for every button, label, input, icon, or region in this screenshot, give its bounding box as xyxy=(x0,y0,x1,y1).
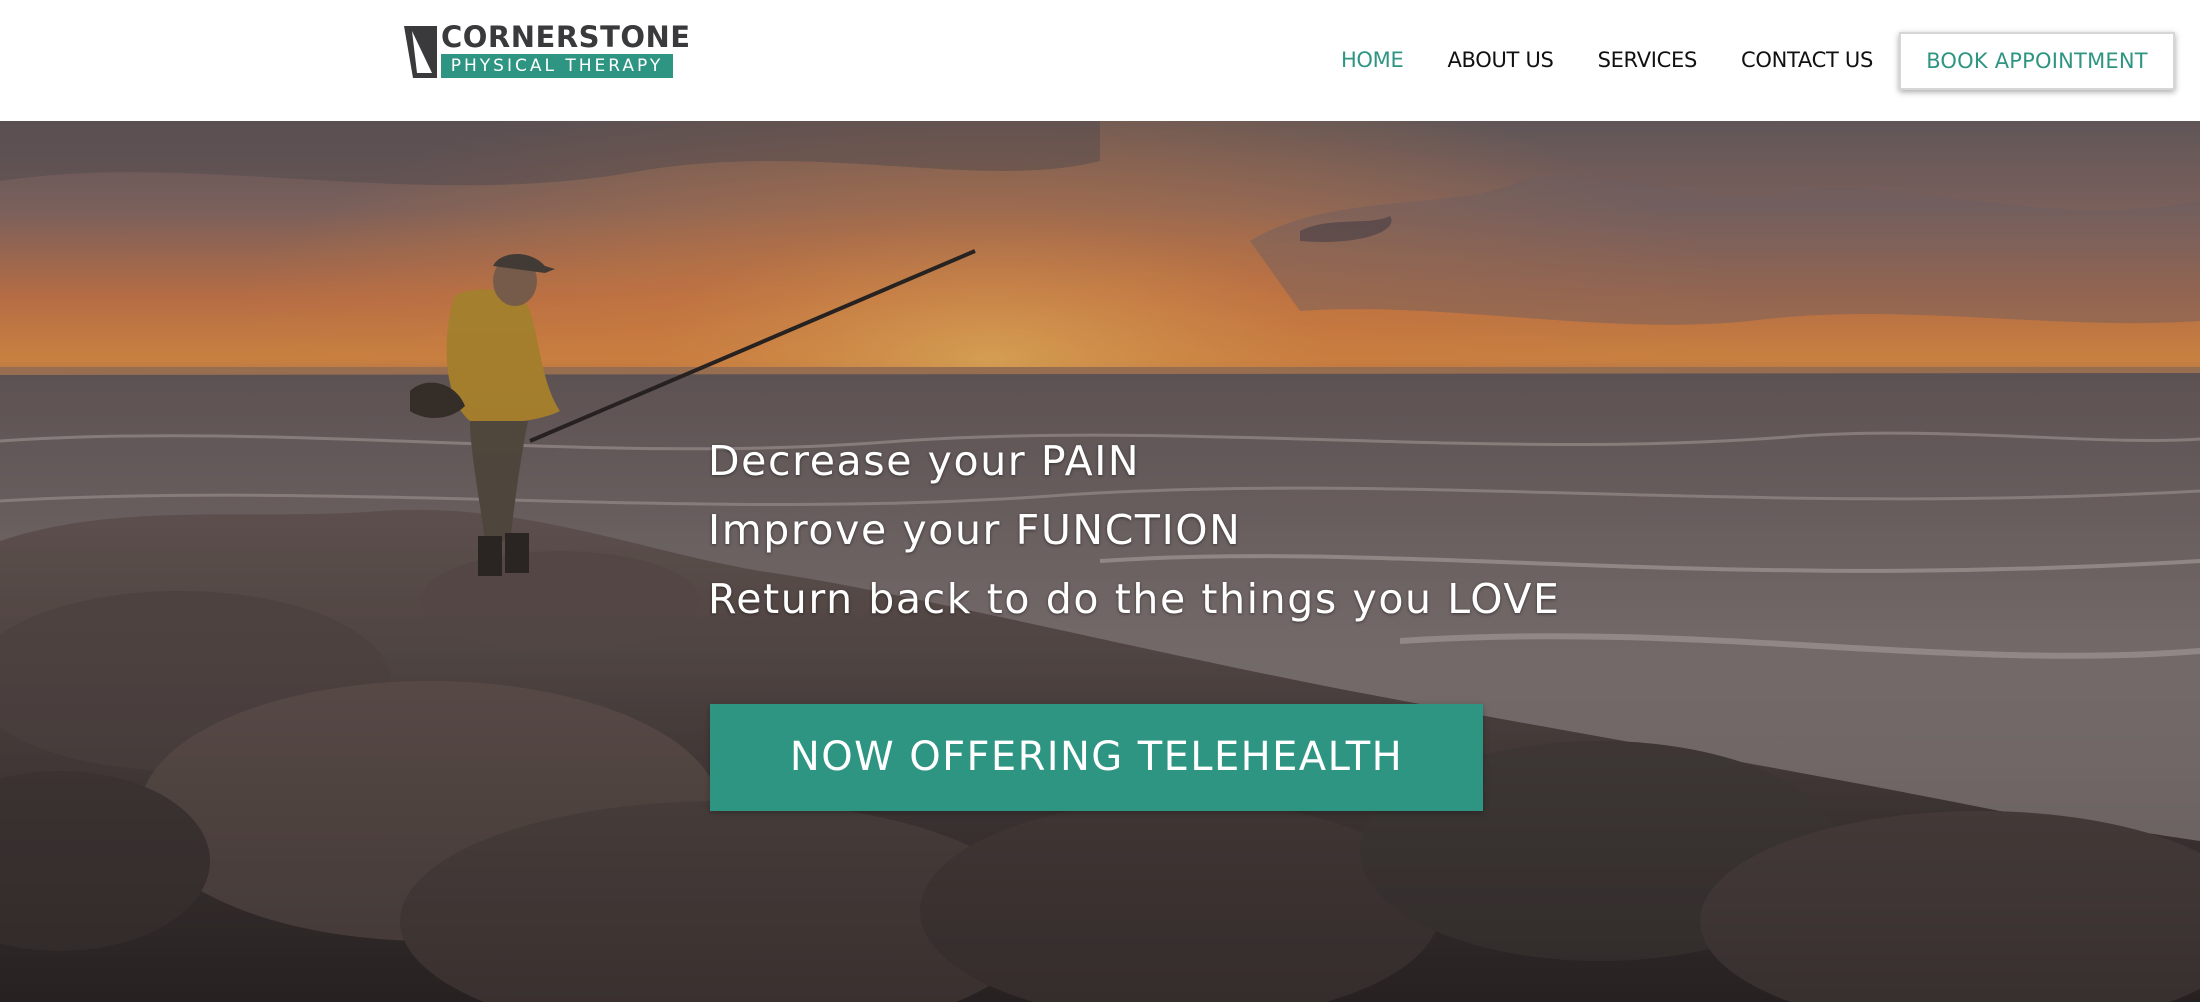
logo-name: CORNERSTONE xyxy=(441,20,691,54)
hero-section: Decrease your PAIN Improve your FUNCTION… xyxy=(0,121,2200,1002)
hero-line-love: Return back to do the things you LOVE xyxy=(708,575,1561,623)
nav-home[interactable]: HOME xyxy=(1319,0,1426,121)
book-appointment-button[interactable]: BOOK APPOINTMENT xyxy=(1899,31,2175,90)
site-header: CORNERSTONE PHYSICAL THERAPY HOME ABOUT … xyxy=(0,0,2200,121)
nav-about-us[interactable]: ABOUT US xyxy=(1425,0,1575,121)
nav-contact-us[interactable]: CONTACT US xyxy=(1719,0,1895,121)
hero-line-function: Improve your FUNCTION xyxy=(708,506,1242,554)
hero-line-pain: Decrease your PAIN xyxy=(708,437,1141,485)
main-nav: HOME ABOUT US SERVICES CONTACT US BOOK A… xyxy=(1319,0,2200,121)
cornerstone-logo-icon xyxy=(404,26,437,78)
site-logo[interactable]: CORNERSTONE PHYSICAL THERAPY xyxy=(404,22,690,80)
telehealth-button[interactable]: NOW OFFERING TELEHEALTH xyxy=(710,704,1483,811)
hero-headline: Decrease your PAIN Improve your FUNCTION… xyxy=(708,427,1561,634)
nav-services[interactable]: SERVICES xyxy=(1576,0,1719,121)
logo-subtitle: PHYSICAL THERAPY xyxy=(441,54,673,78)
